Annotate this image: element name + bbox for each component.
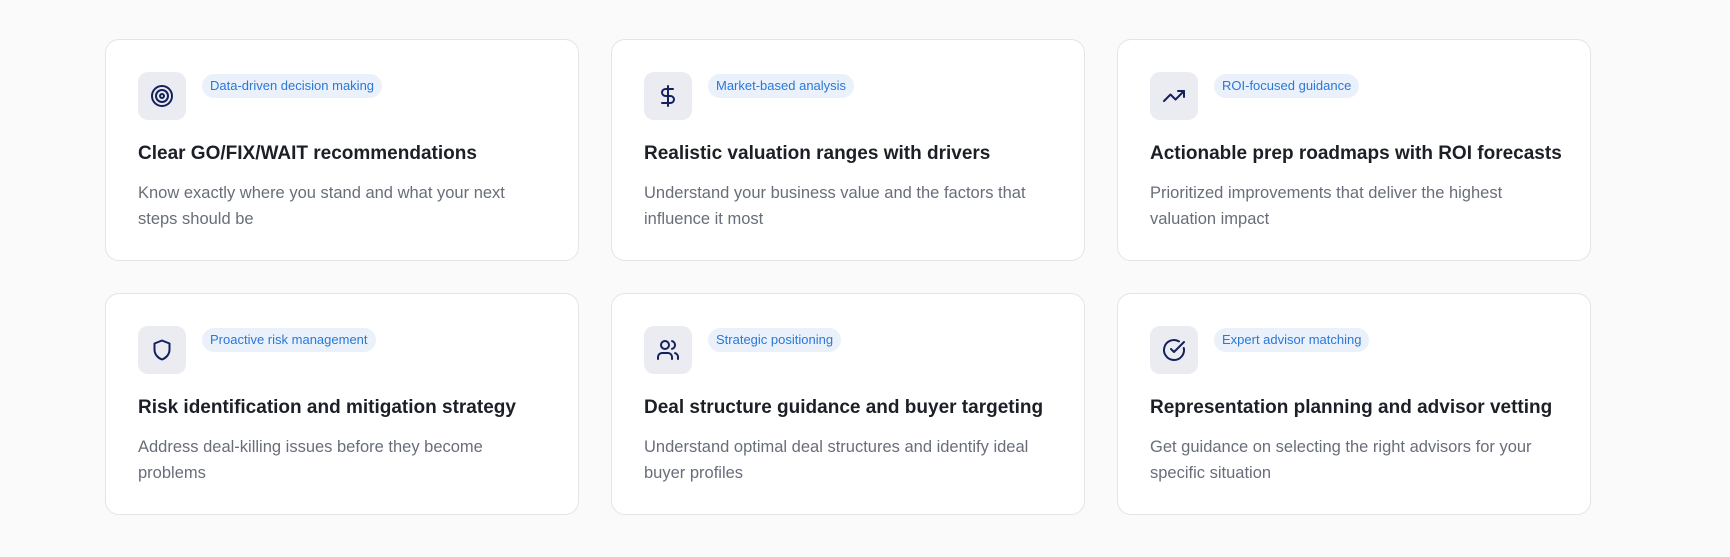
card-header: ROI-focused guidance — [1150, 72, 1558, 120]
card-header: Market-based analysis — [644, 72, 1052, 120]
dollar-icon — [644, 72, 692, 120]
users-icon — [644, 326, 692, 374]
feature-description: Understand your business value and the f… — [644, 184, 1026, 228]
feature-title: Clear GO/FIX/WAIT recommendations — [138, 143, 477, 164]
feature-description: Prioritized improvements that deliver th… — [1150, 184, 1503, 228]
feature-description: Get guidance on selecting the right advi… — [1150, 438, 1532, 482]
feature-badge: ROI-focused guidance — [1214, 74, 1360, 98]
card-header: Expert advisor matching — [1150, 326, 1558, 374]
feature-card-advisors: Expert advisor matching Representation p… — [1117, 293, 1591, 515]
target-icon — [138, 72, 186, 120]
feature-title: Realistic valuation ranges with drivers — [644, 143, 991, 164]
trending-up-icon — [1150, 72, 1198, 120]
feature-grid: Data-driven decision making Clear GO/FIX… — [105, 39, 1591, 515]
feature-badge: Proactive risk management — [202, 328, 376, 352]
feature-description: Address deal-killing issues before they … — [138, 438, 483, 482]
feature-card-roadmaps: ROI-focused guidance Actionable prep roa… — [1117, 39, 1591, 261]
feature-description: Know exactly where you stand and what yo… — [138, 184, 505, 228]
card-header: Data-driven decision making — [138, 72, 546, 120]
feature-card-deal-structure: Strategic positioning Deal structure gui… — [611, 293, 1085, 515]
feature-card-recommendations: Data-driven decision making Clear GO/FIX… — [105, 39, 579, 261]
card-header: Proactive risk management — [138, 326, 546, 374]
feature-badge: Strategic positioning — [708, 328, 842, 352]
check-circle-icon — [1150, 326, 1198, 374]
feature-description: Understand optimal deal structures and i… — [644, 438, 1029, 482]
feature-title: Representation planning and advisor vett… — [1150, 397, 1553, 418]
feature-title: Risk identification and mitigation strat… — [138, 397, 516, 418]
card-header: Strategic positioning — [644, 326, 1052, 374]
feature-badge: Expert advisor matching — [1214, 328, 1370, 352]
feature-badge: Data-driven decision making — [202, 74, 383, 98]
feature-badge: Market-based analysis — [708, 74, 855, 98]
feature-card-risk: Proactive risk management Risk identific… — [105, 293, 579, 515]
feature-title: Actionable prep roadmaps with ROI foreca… — [1150, 143, 1562, 164]
feature-title: Deal structure guidance and buyer target… — [644, 397, 1044, 418]
feature-card-valuation: Market-based analysis Realistic valuatio… — [611, 39, 1085, 261]
shield-icon — [138, 326, 186, 374]
